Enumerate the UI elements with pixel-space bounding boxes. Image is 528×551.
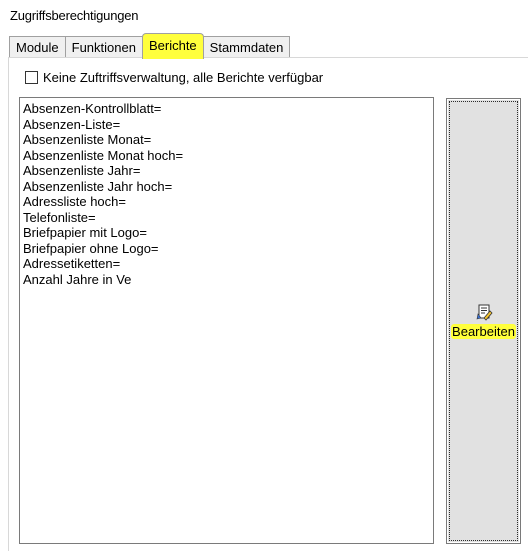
group-title: Zugriffsberechtigungen <box>10 8 139 23</box>
edit-button-label: Bearbeiten <box>451 324 516 339</box>
list-item[interactable]: Absenzenliste Jahr= <box>23 163 430 179</box>
edit-document-icon <box>476 304 493 321</box>
edit-button[interactable]: Bearbeiten <box>446 98 521 544</box>
no-access-control-checkbox[interactable] <box>25 71 38 84</box>
list-item[interactable]: Anzahl Jahre in Ve <box>23 272 430 288</box>
tab-funktionen[interactable]: Funktionen <box>64 36 143 58</box>
tab-stammdaten[interactable]: Stammdaten <box>202 36 291 58</box>
no-access-control-checkbox-row[interactable]: Keine Zuftriffsverwaltung, alle Berichte… <box>25 70 323 85</box>
reports-list[interactable]: Absenzen-Kontrollblatt= Absenzen-Liste= … <box>19 97 434 544</box>
list-item[interactable]: Adressetiketten= <box>23 256 430 272</box>
group-title-label: Zugriffsberechtigungen <box>10 8 139 23</box>
list-item[interactable]: Absenzen-Liste= <box>23 117 430 133</box>
tab-strip: Module Funktionen Berichte Stammdaten <box>9 33 291 59</box>
list-item[interactable]: Telefonliste= <box>23 210 430 226</box>
tab-berichte[interactable]: Berichte <box>141 33 204 59</box>
tab-module[interactable]: Module <box>9 36 66 58</box>
list-item[interactable]: Adressliste hoch= <box>23 194 430 210</box>
list-item[interactable]: Briefpapier mit Logo= <box>23 225 430 241</box>
list-item[interactable]: Absenzenliste Monat hoch= <box>23 148 430 164</box>
list-item[interactable]: Absenzenliste Monat= <box>23 132 430 148</box>
list-item[interactable]: Absenzenliste Jahr hoch= <box>23 179 430 195</box>
access-rights-panel: Zugriffsberechtigungen Module Funktionen… <box>0 0 528 551</box>
list-item[interactable]: Briefpapier ohne Logo= <box>23 241 430 257</box>
list-item[interactable]: Absenzen-Kontrollblatt= <box>23 101 430 117</box>
no-access-control-label: Keine Zuftriffsverwaltung, alle Berichte… <box>43 70 324 85</box>
